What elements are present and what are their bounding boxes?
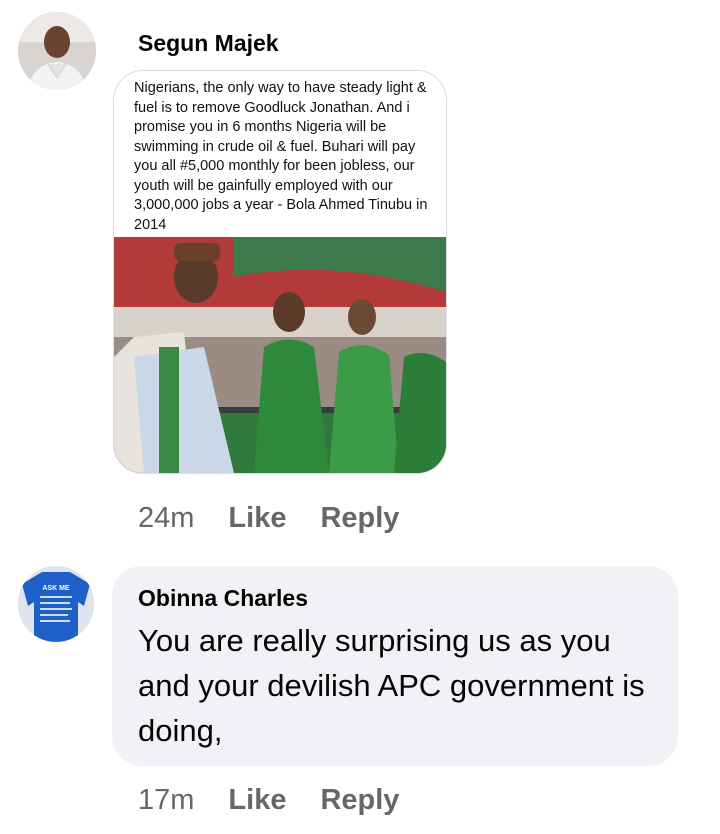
avatar-obinna-charles[interactable]: ASK ME [18, 566, 94, 642]
reply-button[interactable]: Reply [320, 784, 399, 816]
like-button[interactable]: Like [228, 502, 286, 534]
reply-button[interactable]: Reply [320, 502, 399, 534]
avatar-segun-majek[interactable] [18, 12, 96, 90]
shared-image-post[interactable]: Nigerians, the only way to have steady l… [113, 70, 447, 474]
comment-author-name[interactable]: Obinna Charles [138, 585, 308, 612]
rally-photo-image [114, 237, 446, 473]
image-caption-text: Nigerians, the only way to have steady l… [134, 80, 428, 233]
shirt-avatar-icon: ASK ME [18, 566, 94, 642]
avatar-shirt-text: ASK ME [42, 585, 70, 592]
comment-text: You are really surprising us as you and … [138, 623, 645, 748]
like-button[interactable]: Like [228, 784, 286, 816]
comment-author-name[interactable]: Segun Majek [138, 30, 279, 57]
comment-timestamp[interactable]: 17m [138, 784, 194, 816]
comment-timestamp[interactable]: 24m [138, 502, 194, 534]
comment-actions: 24m Like Reply [138, 502, 399, 535]
comment-actions: 17m Like Reply [138, 784, 399, 817]
person-avatar-icon [18, 12, 96, 90]
